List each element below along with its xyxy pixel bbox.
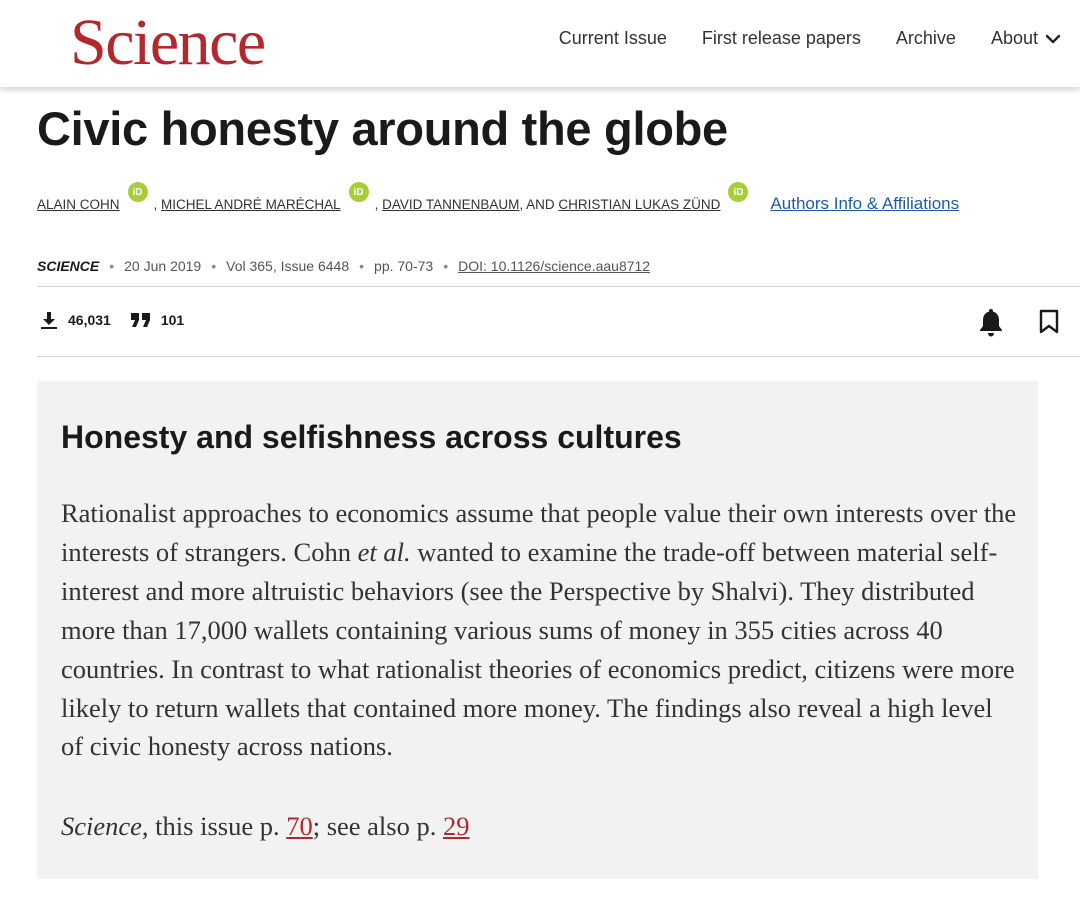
author-link[interactable]: MICHEL ANDRÉ MARÉCHAL [161, 197, 341, 212]
orcid-icon[interactable]: iD [348, 182, 369, 202]
author-link[interactable]: ALAIN COHN [37, 197, 120, 212]
author-separator: , AND [519, 197, 559, 212]
summary-text: Rationalist approaches to economics assu… [61, 494, 1021, 766]
nav-archive[interactable]: Archive [896, 28, 956, 49]
ref-text: , this issue p. [141, 811, 287, 841]
summary-heading: Honesty and selfishness across cultures [61, 419, 682, 455]
author-separator: , [153, 197, 162, 212]
article-metrics: 46,031 101 [40, 311, 184, 329]
journal-name: SCIENCE [37, 258, 100, 274]
ref-page-link[interactable]: 29 [443, 811, 470, 841]
summary-text-italic: et al. [357, 536, 411, 567]
author-list: ALAIN COHN iD , MICHEL ANDRÉ MARÉCHAL iD… [37, 182, 959, 214]
bookmark-icon[interactable] [1038, 309, 1060, 335]
divider [37, 286, 1080, 287]
summary-reference: Science, this issue p. 70; see also p. 2… [61, 807, 469, 845]
meta-separator: • [359, 258, 365, 274]
publish-date: 20 Jun 2019 [124, 258, 202, 274]
ref-text: ; see also p. [312, 811, 443, 841]
page-range: pp. 70-73 [374, 258, 434, 274]
nav-first-release-papers[interactable]: First release papers [702, 28, 861, 49]
download-icon [41, 312, 57, 329]
ref-page-link[interactable]: 70 [286, 811, 313, 841]
orcid-icon[interactable]: iD [728, 182, 749, 202]
main-nav: Current Issue First release papers Archi… [524, 28, 1062, 49]
nav-about-label: About [990, 28, 1038, 48]
author-link[interactable]: CHRISTIAN LUKAS ZÜND [558, 197, 720, 212]
orcid-icon[interactable]: iD [127, 182, 148, 202]
article-title: Civic honesty around the globe [37, 102, 728, 155]
meta-separator: • [109, 258, 115, 274]
summary-text-part: wanted to examine the trade-off be­tween… [61, 536, 1015, 762]
author-separator: , [374, 197, 383, 212]
bell-icon[interactable] [978, 307, 1004, 337]
science-logo[interactable]: Science [70, 6, 266, 80]
volume-issue: Vol 365, Issue 6448 [226, 258, 350, 274]
citation-meta: SCIENCE • 20 Jun 2019 • Vol 365, Issue 6… [37, 258, 650, 274]
divider [37, 356, 1080, 357]
nav-current-issue[interactable]: Current Issue [559, 28, 667, 49]
nav-about[interactable]: About [991, 28, 1062, 49]
download-count: 46,031 [68, 312, 111, 328]
quote-icon [130, 313, 150, 327]
site-header: Science Current Issue First release pape… [0, 0, 1080, 87]
citation-count: 101 [160, 312, 185, 328]
authors-info-link[interactable]: Authors Info & Affiliations [770, 194, 959, 214]
author-link[interactable]: DAVID TANNENBAUM [382, 197, 519, 212]
meta-separator: • [211, 258, 217, 274]
doi-link[interactable]: DOI: 10.1126/science.aau8712 [458, 258, 650, 274]
ref-journal: Science [61, 811, 142, 841]
meta-separator: • [443, 258, 449, 274]
chevron-down-icon [1045, 34, 1061, 43]
editors-summary: Honesty and selfishness across cultures … [37, 381, 1038, 879]
